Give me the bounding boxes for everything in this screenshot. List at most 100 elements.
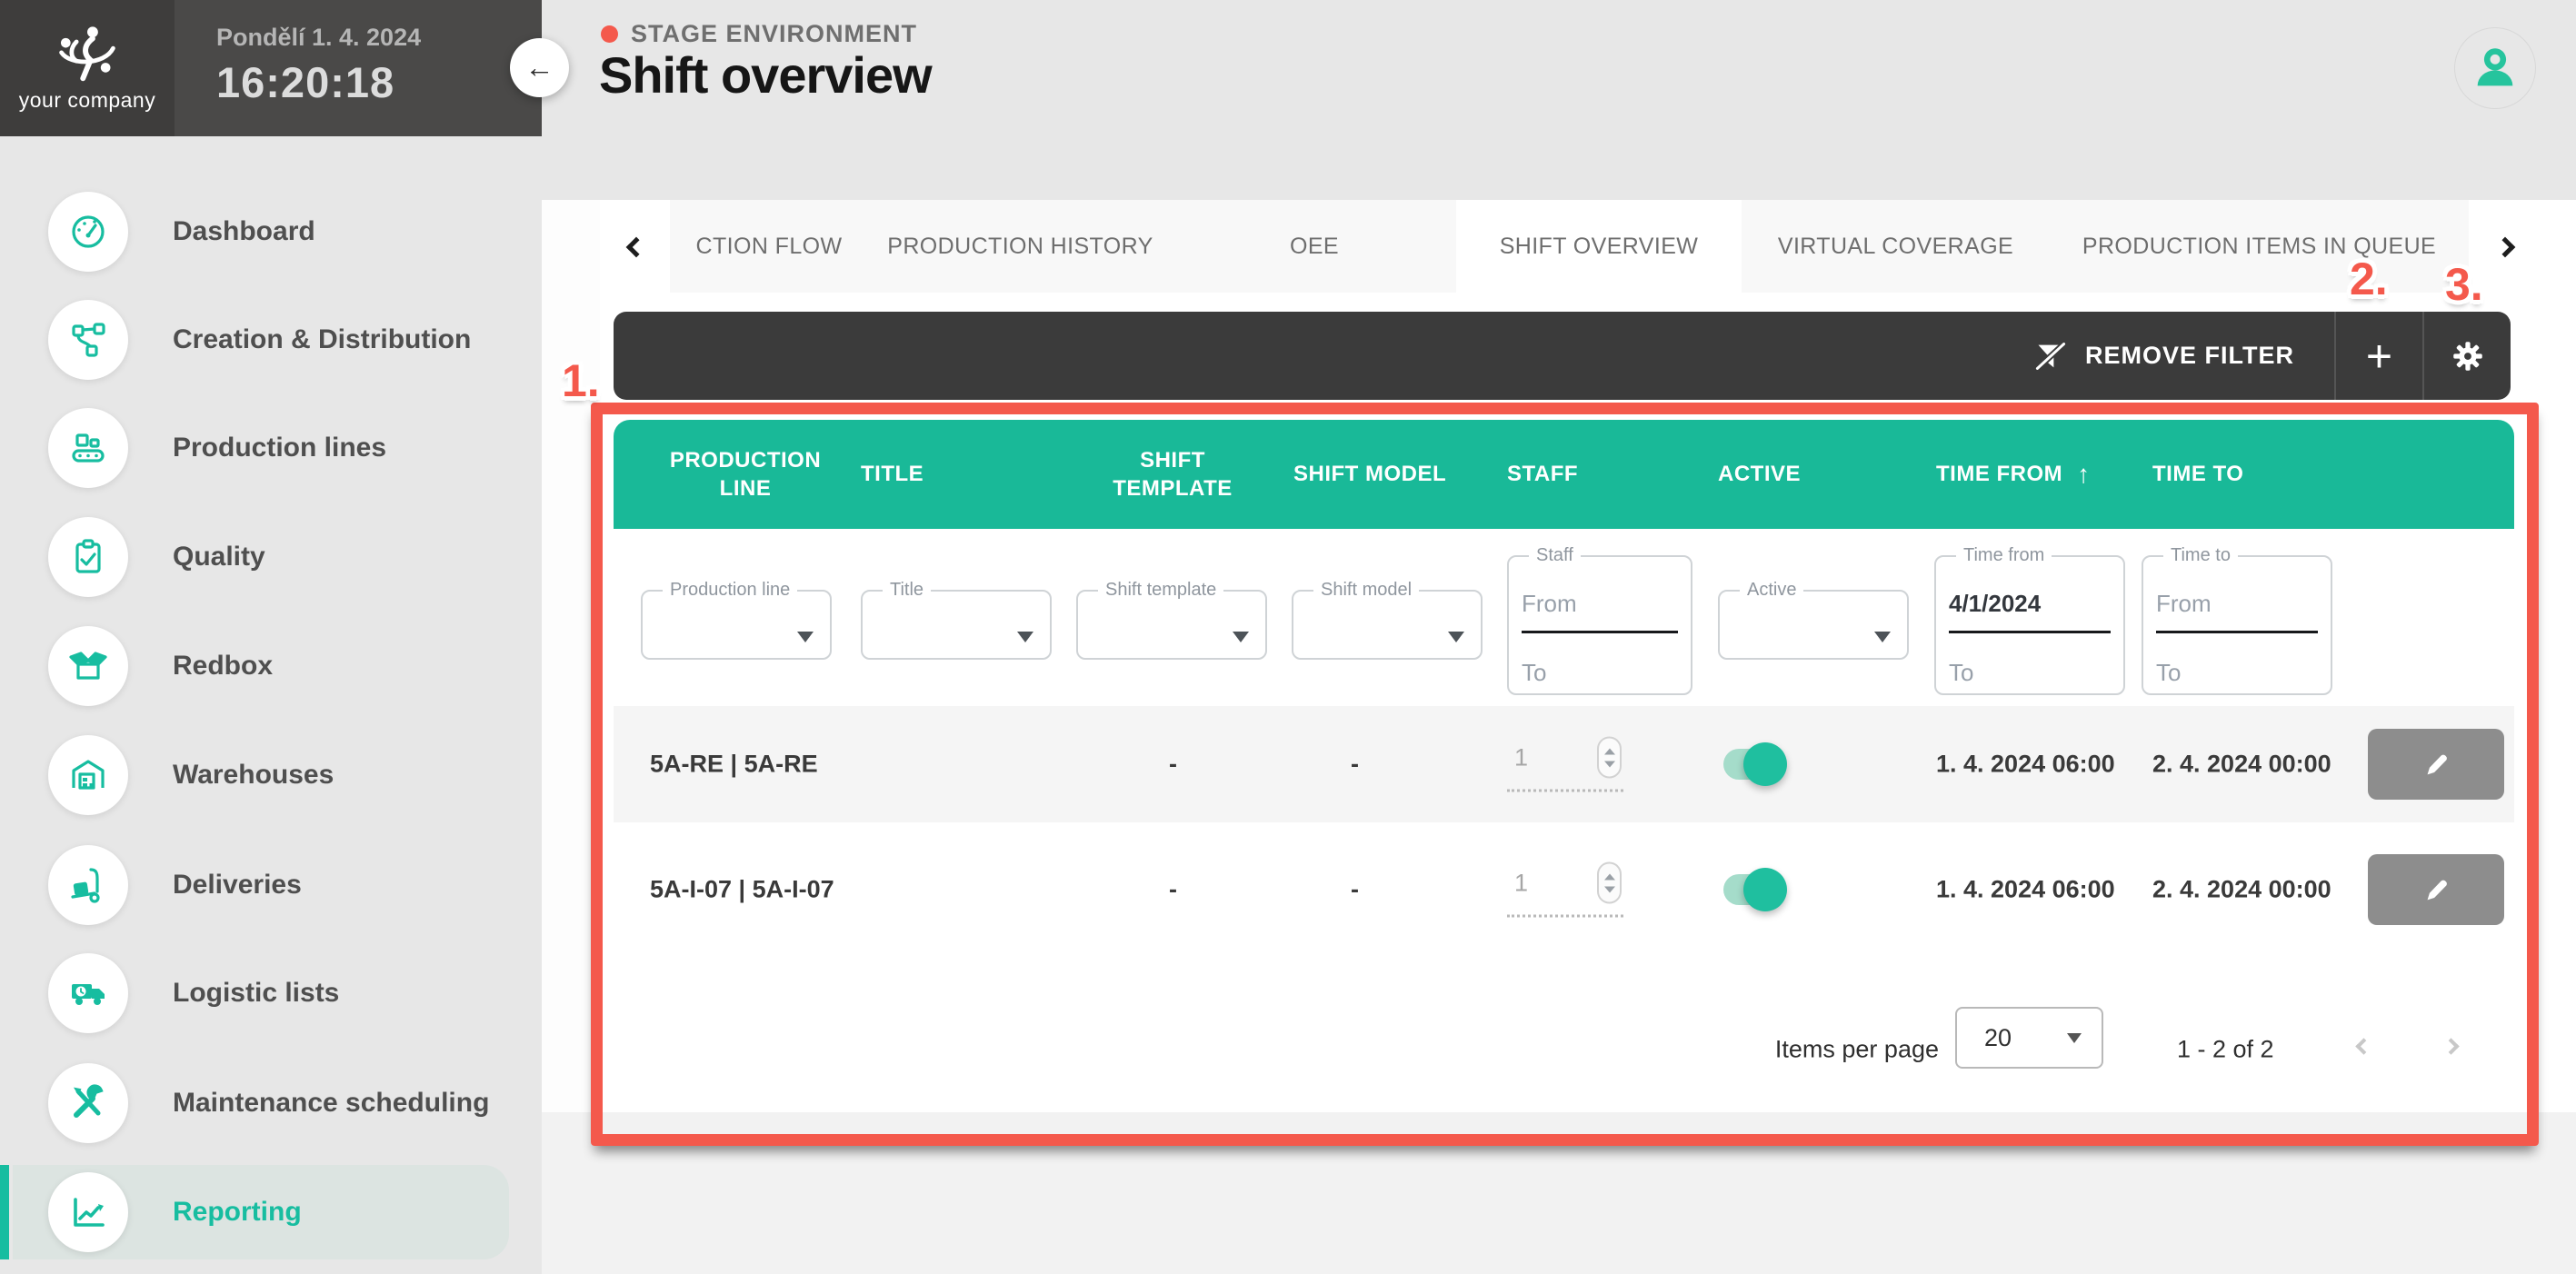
sidebar-item-dashboard[interactable]: Dashboard — [13, 184, 509, 279]
edit-row-button[interactable] — [2368, 854, 2504, 925]
sidebar-item-label: Maintenance scheduling — [173, 1056, 489, 1150]
pencil-icon — [2421, 749, 2451, 780]
col-staff[interactable]: STAFF — [1507, 420, 1578, 529]
filter-title-select[interactable]: Title — [861, 580, 1052, 660]
sidebar-item-deliveries[interactable]: Deliveries — [13, 838, 509, 932]
pagination-range: 1 - 2 of 2 — [2177, 1035, 2274, 1063]
active-toggle[interactable] — [1723, 749, 1782, 780]
annotation-number-3: 3. — [2445, 258, 2483, 311]
add-shift-button[interactable]: + — [2336, 312, 2422, 400]
staff-stepper[interactable] — [1507, 862, 1623, 918]
time-to-from-input[interactable] — [2156, 590, 2318, 618]
sidebar-item-logistic-lists[interactable]: Logistic lists — [13, 946, 509, 1040]
time-to-to-input[interactable] — [2156, 659, 2318, 687]
page-background — [542, 1146, 2576, 1274]
tab-shift-overview[interactable]: SHIFT OVERVIEW — [1456, 200, 1742, 293]
staff-stepper[interactable] — [1507, 737, 1623, 792]
table-settings-button[interactable] — [2424, 312, 2511, 400]
col-shift-template[interactable]: SHIFT TEMPLATE — [1086, 420, 1259, 529]
items-per-page-select[interactable]: 20 — [1955, 1007, 2103, 1069]
environment-label: STAGE ENVIRONMENT — [631, 20, 917, 48]
back-arrow-icon: ← — [525, 51, 554, 85]
time-from-value: 1. 4. 2024 06:00 — [1936, 876, 2115, 904]
filter-time-from-range: Time from — [1934, 545, 2125, 695]
time-from-to-input[interactable] — [1949, 659, 2111, 687]
production-line-value: 5A-RE | 5A-RE — [650, 751, 818, 779]
filter-production-line-select[interactable]: Production line — [641, 580, 832, 660]
page-title: Shift overview — [599, 45, 932, 105]
remove-filter-label: REMOVE FILTER — [2085, 342, 2294, 370]
tab-virtual-coverage[interactable]: VIRTUAL COVERAGE — [1742, 200, 2050, 293]
filter-shift-template-select[interactable]: Shift template — [1076, 580, 1267, 660]
staff-input[interactable] — [1513, 742, 1558, 772]
active-toggle[interactable] — [1723, 874, 1782, 905]
staff-to-input[interactable] — [1522, 659, 1678, 687]
environment-dot-icon — [601, 25, 618, 43]
sidebar-item-reporting[interactable]: Reporting — [13, 1165, 509, 1259]
truck-clock-icon — [48, 953, 128, 1033]
shift-overview-window: your company Pondělí 1. 4. 2024 16:20:18… — [0, 0, 2576, 1274]
table-row: 5A-RE | 5A-RE - - 1. 4. 2024 06:00 2. 4.… — [614, 706, 2514, 822]
dropdown-caret-icon — [1017, 632, 1033, 642]
filter-shift-model-select[interactable]: Shift model — [1292, 580, 1483, 660]
sidebar-item-quality[interactable]: Quality — [13, 510, 509, 604]
col-shift-model[interactable]: SHIFT MODEL — [1293, 420, 1446, 529]
sidebar-item-label: Production lines — [173, 401, 386, 495]
company-logo: your company — [0, 0, 175, 136]
staff-input[interactable] — [1513, 868, 1558, 898]
warehouse-icon — [48, 735, 128, 815]
shift-model-value: - — [1247, 751, 1463, 779]
sidebar-item-label: Creation & Distribution — [173, 293, 471, 387]
sidebar-item-creation-distribution[interactable]: Creation & Distribution — [13, 293, 509, 387]
report-chart-icon — [48, 1172, 128, 1252]
tab-oee[interactable]: OEE — [1173, 200, 1456, 293]
sidebar-item-label: Dashboard — [173, 184, 315, 279]
datetime-panel: Pondělí 1. 4. 2024 16:20:18 — [175, 0, 542, 136]
staff-from-input[interactable] — [1522, 590, 1678, 618]
dropdown-caret-icon — [2067, 1033, 2082, 1043]
back-button[interactable]: ← — [510, 38, 569, 97]
items-per-page-label: Items per page — [1775, 1035, 1939, 1063]
current-date: Pondělí 1. 4. 2024 — [216, 24, 542, 52]
table-toolbar: REMOVE FILTER + — [614, 312, 2511, 400]
next-page-button[interactable] — [2432, 1028, 2469, 1064]
tabs-scroll-right-button[interactable] — [2487, 229, 2523, 265]
chevron-left-icon — [2355, 1038, 2371, 1054]
sidebar-item-label: Warehouses — [173, 728, 334, 822]
sidebar-item-warehouses[interactable]: Warehouses — [13, 728, 509, 822]
col-time-to[interactable]: TIME TO — [2152, 420, 2243, 529]
remove-filter-button[interactable]: REMOVE FILTER — [1992, 312, 2336, 400]
annotation-number-2: 2. — [2350, 253, 2388, 305]
col-production-line[interactable]: PRODUCTION LINE — [664, 420, 827, 529]
sidebar-item-label: Deliveries — [173, 838, 302, 932]
annotation-number-1: 1. — [562, 354, 600, 407]
filter-row: Production line Title Shift template Shi… — [614, 529, 2514, 706]
time-from-from-input[interactable] — [1949, 590, 2111, 618]
dropdown-caret-icon — [1233, 632, 1249, 642]
tools-icon — [48, 1063, 128, 1143]
sort-ascending-icon: ↑ — [2077, 458, 2091, 491]
previous-page-button[interactable] — [2345, 1028, 2381, 1064]
person-icon — [2469, 42, 2521, 95]
clipboard-check-icon — [48, 517, 128, 597]
tab-production-items-in-queue[interactable]: PRODUCTION ITEMS IN QUEUE — [2050, 200, 2469, 293]
tab-production-history[interactable]: PRODUCTION HISTORY — [868, 200, 1173, 293]
tabs-scroll-left-button[interactable] — [618, 229, 654, 265]
chevron-right-icon — [2495, 237, 2516, 258]
edit-row-button[interactable] — [2368, 729, 2504, 800]
filter-active-select[interactable]: Active — [1718, 580, 1909, 660]
logo-mark-icon — [55, 25, 120, 83]
tab-production-flow[interactable]: CTION FLOW — [670, 200, 868, 293]
user-avatar-button[interactable] — [2454, 27, 2536, 109]
col-active[interactable]: ACTIVE — [1718, 420, 1801, 529]
sidebar-item-label: Redbox — [173, 619, 273, 713]
stepper-arrows-icon[interactable] — [1597, 862, 1622, 904]
sidebar-item-maintenance-scheduling[interactable]: Maintenance scheduling — [13, 1056, 509, 1150]
col-time-from-sort[interactable]: TIME FROM↑ — [1936, 420, 2091, 529]
shift-model-value: - — [1247, 876, 1463, 904]
sidebar-item-redbox[interactable]: Redbox — [13, 619, 509, 713]
col-title[interactable]: TITLE — [861, 420, 924, 529]
stepper-arrows-icon[interactable] — [1597, 737, 1622, 779]
plus-icon: + — [2366, 330, 2392, 383]
sidebar-item-production-lines[interactable]: Production lines — [13, 401, 509, 495]
